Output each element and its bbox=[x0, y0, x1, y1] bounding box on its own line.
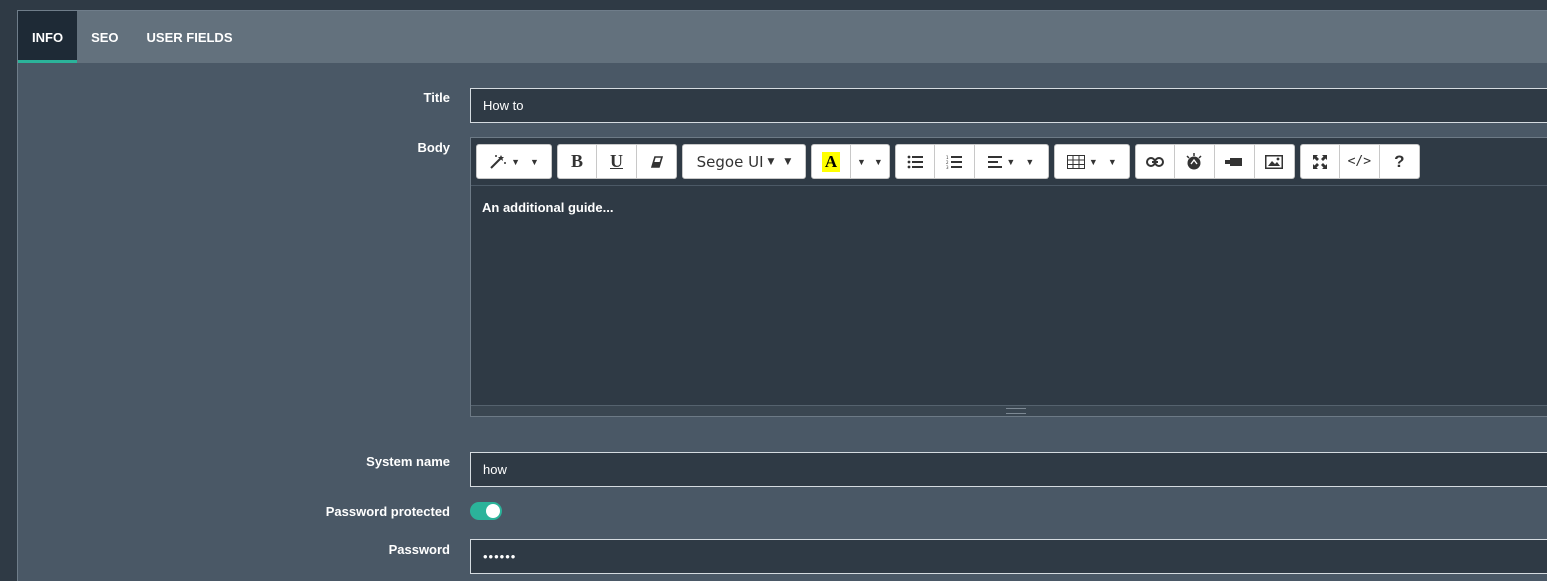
svg-text:3: 3 bbox=[946, 165, 949, 169]
video-button[interactable] bbox=[1214, 144, 1255, 179]
picture-button[interactable] bbox=[1174, 144, 1215, 179]
code-view-button[interactable]: </> bbox=[1339, 144, 1380, 179]
rich-text-editor: ▼ ▼ B U Segoe UI ▼ ▼ A ▼ ▼ 1 2 3 ▼ ▼ ▼ ▼… bbox=[470, 137, 1547, 417]
bold-icon: B bbox=[570, 151, 583, 171]
highlight-color-button[interactable]: A bbox=[811, 144, 851, 179]
link-icon bbox=[1145, 156, 1164, 167]
view-group: </> ? bbox=[1299, 144, 1420, 179]
insert-group bbox=[1134, 144, 1295, 179]
link-button[interactable] bbox=[1134, 144, 1175, 179]
caret-down-icon: ▼ bbox=[1088, 156, 1098, 167]
ordered-list-icon: 123 bbox=[946, 155, 963, 169]
ordered-list-button[interactable]: 123 bbox=[934, 144, 975, 179]
editor-resize-handle[interactable] bbox=[471, 405, 1547, 416]
title-input[interactable]: How to bbox=[470, 88, 1547, 123]
tab-user-fields[interactable]: USER FIELDS bbox=[133, 11, 247, 63]
password-protected-toggle[interactable] bbox=[470, 502, 502, 520]
main-panel: INFO SEO USER FIELDS Title How to Body ▼… bbox=[17, 10, 1547, 581]
underline-button[interactable]: U bbox=[597, 144, 637, 179]
underline-icon: U bbox=[610, 151, 623, 171]
font-name-dropdown[interactable]: Segoe UI ▼ ▼ bbox=[682, 144, 806, 179]
chevron-down-icon: ▼ bbox=[1025, 156, 1035, 167]
toggle-knob bbox=[486, 504, 500, 518]
align-icon bbox=[988, 155, 1003, 168]
grip-icon bbox=[1005, 408, 1026, 414]
password-input[interactable]: •••••• bbox=[470, 539, 1547, 574]
caret-down-icon: ▼ bbox=[857, 156, 866, 167]
title-label: Title bbox=[423, 90, 451, 105]
image-button[interactable] bbox=[1254, 144, 1295, 179]
fullscreen-icon bbox=[1312, 154, 1327, 169]
help-icon: ? bbox=[1394, 151, 1405, 171]
chevron-down-icon: ▼ bbox=[1107, 156, 1117, 167]
font-name-group: Segoe UI ▼ ▼ bbox=[682, 144, 806, 179]
clear-format-button[interactable] bbox=[637, 144, 677, 179]
align-dropdown-button[interactable]: ▼ ▼ bbox=[974, 144, 1049, 179]
password-protected-label: Password protected bbox=[325, 504, 450, 519]
table-icon bbox=[1066, 154, 1085, 169]
magic-wand-button[interactable]: ▼ ▼ bbox=[476, 144, 552, 179]
chevron-down-icon: ▼ bbox=[530, 156, 539, 167]
table-group: ▼ ▼ bbox=[1053, 144, 1130, 179]
tab-bar: INFO SEO USER FIELDS bbox=[18, 11, 1547, 63]
editor-toolbar: ▼ ▼ B U Segoe UI ▼ ▼ A ▼ ▼ 1 2 3 ▼ ▼ ▼ ▼… bbox=[471, 138, 1547, 186]
image-icon bbox=[1265, 154, 1284, 169]
unordered-list-icon bbox=[907, 155, 923, 169]
font-name-label: Segoe UI bbox=[696, 152, 764, 171]
table-dropdown-button[interactable]: ▼ ▼ bbox=[1053, 144, 1130, 179]
system-name-label: System name bbox=[366, 454, 450, 469]
font-style-group: B U bbox=[557, 144, 677, 179]
tab-info[interactable]: INFO bbox=[18, 11, 78, 63]
bold-button[interactable]: B bbox=[557, 144, 597, 179]
password-label: Password bbox=[388, 542, 450, 557]
caret-down-icon: ▼ bbox=[511, 156, 520, 167]
style-group: ▼ ▼ bbox=[476, 144, 552, 179]
video-icon bbox=[1225, 157, 1243, 167]
magic-wand-icon bbox=[489, 154, 507, 170]
editor-content[interactable]: An additional guide... bbox=[471, 186, 1547, 229]
chevron-down-icon: ▼ bbox=[873, 156, 883, 167]
body-label: Body bbox=[417, 140, 451, 155]
picture-icon bbox=[1184, 152, 1204, 172]
caret-down-icon: ▼ bbox=[767, 156, 775, 167]
highlight-color-icon: A bbox=[821, 151, 841, 172]
caret-down-icon: ▼ bbox=[1006, 156, 1016, 167]
fullscreen-button[interactable] bbox=[1299, 144, 1340, 179]
unordered-list-button[interactable] bbox=[894, 144, 935, 179]
color-group: A ▼ ▼ bbox=[811, 144, 890, 179]
color-dropdown-button[interactable]: ▼ ▼ bbox=[851, 144, 890, 179]
code-view-icon: </> bbox=[1347, 154, 1372, 169]
chevron-down-icon: ▼ bbox=[784, 156, 792, 167]
paragraph-group: 123 ▼ ▼ bbox=[894, 144, 1049, 179]
help-button[interactable]: ? bbox=[1379, 144, 1420, 179]
system-name-input[interactable]: how bbox=[470, 452, 1547, 487]
tab-seo[interactable]: SEO bbox=[77, 11, 132, 63]
eraser-icon bbox=[650, 155, 664, 169]
